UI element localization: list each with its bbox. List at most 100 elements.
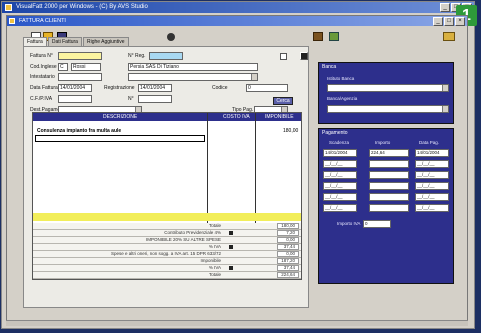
invoice-close-button[interactable]: × [455, 17, 465, 26]
registrazione-label: Registrazione [104, 85, 135, 91]
invoice-tabs: Fattura Dati Fattura Righe Aggiuntive [23, 37, 129, 46]
iva-number-field[interactable] [138, 95, 172, 103]
minimize-button[interactable]: _ [440, 3, 450, 12]
payment-date-field[interactable]: __/__/__ [415, 193, 449, 201]
totals-row-label: % IVA [208, 265, 221, 270]
istituto-banca-label: Istituto Banca [327, 76, 355, 81]
importo-header: Importo [375, 140, 391, 145]
totals-row-marker-icon [229, 266, 233, 270]
totals-row-value: 7,20 [286, 230, 295, 235]
fattura-number-field[interactable] [58, 52, 102, 60]
totals-row-label: Spese e altri oneri, non sogg. a IVA art… [111, 251, 221, 256]
payment-due-date-field[interactable]: __/__/__ [323, 182, 357, 190]
payment-amount-field[interactable] [369, 160, 409, 168]
archive-icon[interactable] [313, 32, 323, 41]
customer-code-field[interactable]: C [58, 63, 68, 71]
col-header-costo-iva: COSTO IVA [223, 114, 250, 120]
n-reg-field[interactable] [149, 52, 183, 60]
selected-row-highlight[interactable] [33, 213, 301, 221]
cf-piva-field[interactable] [58, 95, 92, 103]
invoice-items-table: DESCRIZIONE COSTO IVA IMPONIBILE Consule… [32, 112, 302, 280]
cf-piva-label: C.F./P.IVA [30, 96, 53, 102]
payment-due-date-field[interactable]: __/__/__ [323, 193, 357, 201]
totals-row-value: 180,00 [281, 223, 295, 228]
pagamento-panel-title: Pagamento [322, 130, 348, 136]
iva-number-label: N° [128, 96, 134, 102]
payment-row: __/__/__ __/__/__ [323, 204, 449, 212]
totals-block: Totale 180,00 Contributo Previdenziale 4% 7… [33, 223, 301, 279]
status-bar [6, 320, 468, 326]
payment-date-field[interactable]: __/__/__ [415, 171, 449, 179]
totals-row-value: 37,44 [283, 244, 295, 249]
payment-amount-field[interactable] [369, 171, 409, 179]
pagamento-panel: Pagamento Scadenza Importo Data Pag. 14/… [318, 128, 454, 284]
payment-amount-field[interactable] [369, 204, 409, 212]
importo-iva-field[interactable]: 0 [363, 220, 391, 228]
invoice-window-icon [9, 18, 15, 24]
totals-row-label: Totale [208, 272, 221, 277]
col-header-imponibile: IMPONIBILE [265, 114, 294, 120]
invoice-minimize-button[interactable]: _ [433, 17, 443, 26]
totals-row-value: 224,64 [281, 272, 295, 277]
invoice-window-title: FATTURA CLIENTI [19, 18, 66, 24]
payment-date-field[interactable]: __/__/__ [415, 182, 449, 190]
item-edit-cell[interactable] [35, 135, 205, 142]
customer-name-field[interactable]: Persia SAS Di Tiziano [128, 63, 258, 71]
codice-label: Codice [212, 85, 228, 91]
intestatario-address-field[interactable] [128, 73, 258, 81]
app-titlebar[interactable]: VisualFatt 2000 per Windows - (C) By AVS… [2, 2, 474, 13]
totals-row: Contributo Previdenziale 4% 7,20 [33, 230, 301, 237]
n-reg-label: N° Reg. [128, 53, 146, 59]
istituto-banca-combo[interactable] [327, 84, 449, 92]
totals-row: Totale 224,64 [33, 272, 301, 279]
payment-amount-field[interactable] [369, 182, 409, 190]
col-header-description: DESCRIZIONE [103, 114, 138, 120]
payment-row: __/__/__ __/__/__ [323, 193, 449, 201]
print-icon[interactable] [167, 33, 175, 41]
app-title: VisualFatt 2000 per Windows - (C) By AVS… [16, 4, 148, 10]
totals-row-label: IMPONIBILE 20% SU ALTRE SPESE [146, 237, 221, 242]
fattura-number-label: Fattura N° [30, 53, 53, 59]
color-swatch-button[interactable] [300, 52, 308, 60]
tools-icon[interactable] [329, 32, 339, 41]
payment-amount-field[interactable]: 224,64 [369, 149, 409, 157]
banca-agenzia-label: Banca/Agenzia [327, 96, 358, 101]
item-amount[interactable]: 180,00 [283, 128, 298, 134]
totals-row-value: 0,00 [286, 237, 295, 242]
payment-due-date-field[interactable]: __/__/__ [323, 160, 357, 168]
customer-short-name-field[interactable]: Rossi [71, 63, 101, 71]
totals-row: IMPONIBILE 20% SU ALTRE SPESE 0,00 [33, 237, 301, 244]
exit-icon[interactable] [443, 32, 455, 41]
payment-due-date-field[interactable]: __/__/__ [323, 204, 357, 212]
invoice-date-field[interactable]: 14/01/2004 [58, 84, 92, 92]
cod-inglese-label: Cod.Inglese [30, 64, 57, 70]
codice-field[interactable]: 0 [246, 84, 288, 92]
invoice-titlebar[interactable]: FATTURA CLIENTI _ □ × [7, 16, 467, 26]
payment-date-field[interactable]: __/__/__ [415, 160, 449, 168]
banca-agenzia-combo[interactable] [327, 105, 449, 113]
scadenza-header: Scadenza [329, 140, 350, 145]
registration-date-field[interactable]: 14/01/2004 [138, 84, 172, 92]
payment-due-date-field[interactable]: __/__/__ [323, 171, 357, 179]
paid-checkbox[interactable] [280, 53, 287, 60]
intestatario-field[interactable] [58, 73, 102, 81]
payment-date-field[interactable]: 14/01/2004 [415, 149, 449, 157]
payment-due-date-field[interactable]: 14/01/2004 [323, 149, 357, 157]
banca-panel-title: Banca [322, 64, 337, 70]
totals-row-label: Contributo Previdenziale 4% [164, 230, 221, 235]
totals-row-value: 187,20 [281, 258, 295, 263]
totals-row: % IVA 37,44 [33, 244, 301, 251]
totals-row-label: Totale [208, 223, 221, 228]
invoice-maximize-button[interactable]: □ [444, 17, 454, 26]
payment-row: __/__/__ __/__/__ [323, 171, 449, 179]
tab-righe-aggiuntive[interactable]: Righe Aggiuntive [82, 37, 129, 46]
payment-date-field[interactable]: __/__/__ [415, 204, 449, 212]
payment-row: __/__/__ __/__/__ [323, 182, 449, 190]
payment-amount-field[interactable] [369, 193, 409, 201]
item-description[interactable]: Consulenza impianto fra multa aule [37, 128, 121, 134]
totals-row-value: 37,44 [283, 265, 295, 270]
totals-row: Imponibile 187,20 [33, 258, 301, 265]
cerca-button[interactable]: Cerca [273, 97, 293, 105]
tab-fattura[interactable]: Fattura [23, 37, 47, 46]
tab-dati-fattura[interactable]: Dati Fattura [47, 37, 82, 46]
